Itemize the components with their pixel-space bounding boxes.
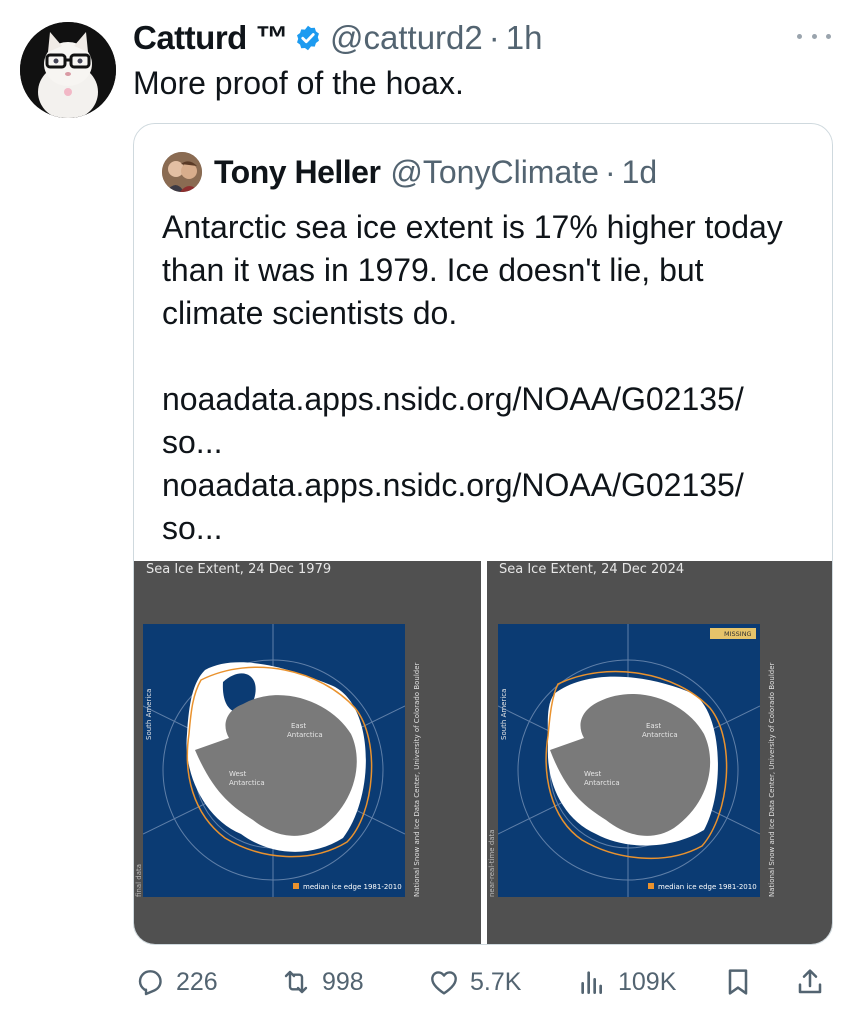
tweet-time[interactable]: 1h [506,19,543,57]
quoted-text: Antarctic sea ice extent is 17% higher t… [162,206,812,550]
views-count: 109K [618,967,677,996]
author-name[interactable]: Catturd ™ [133,19,289,57]
west-label-2: Antarctica [584,779,620,787]
like-button[interactable]: 5.7K [428,964,521,1000]
share-icon [798,969,822,994]
antarctic-map-2024: MISSING East Antarctica West Antarctica … [498,624,760,897]
map-title: Sea Ice Extent, 24 Dec 2024 [499,562,685,577]
reply-icon [138,970,162,996]
source-label: National Snow and Ice Data Center, Unive… [768,662,776,897]
legend-label: median ice edge 1981-2010 [303,883,402,891]
tweet-text: More proof of the hoax. [133,65,464,101]
quoted-avatar-image [162,152,202,192]
bookmark-button[interactable] [722,964,754,1000]
source-label: National Snow and Ice Data Center, Unive… [413,662,421,897]
like-count: 5.7K [470,967,522,996]
east-label-1: East [646,722,661,730]
quoted-text-line: than it was in 1979. Ice doesn't lie, bu… [162,252,704,288]
share-button[interactable] [794,964,826,1000]
author-handle[interactable]: @catturd2 [330,19,483,57]
data-type-label: final data [135,863,143,897]
legend-swatch [293,883,299,889]
repost-button[interactable]: 998 [280,964,364,1000]
west-label-1: West [229,770,246,778]
repost-icon [284,970,308,994]
continent-label: South America [145,689,153,740]
bookmark-icon [728,969,748,995]
more-icon[interactable] [797,26,831,46]
quoted-author-name[interactable]: Tony Heller [214,154,381,191]
reply-count: 226 [176,967,218,996]
quoted-header: Tony Heller @TonyClimate · 1d [162,150,657,194]
east-label-1: East [291,722,306,730]
cat-avatar-image [20,22,116,118]
west-label-1: West [584,770,601,778]
west-label-2: Antarctica [229,779,265,787]
separator-dot: · [488,19,500,56]
tweet-header: Catturd ™ @catturd2 · 1h [133,16,542,60]
like-icon [431,971,457,995]
quoted-author-handle[interactable]: @TonyClimate [390,154,599,191]
reply-button[interactable]: 226 [134,964,218,1000]
action-bar: 226 998 5.7K 109K [0,958,852,1008]
quoted-link-ellipsis[interactable]: so... [162,421,812,464]
sea-ice-map-1979[interactable]: Sea Ice Extent, 24 Dec 1979 East Antarct… [134,561,481,944]
legend-swatch [648,883,654,889]
views-icon [581,971,602,994]
quoted-link[interactable]: noaadata.apps.nsidc.org/NOAA/G02135/ [162,378,812,421]
quoted-time[interactable]: 1d [622,154,658,191]
verified-badge-icon[interactable] [294,24,322,52]
author-avatar[interactable] [20,22,116,118]
east-label-2: Antarctica [642,731,678,739]
quoted-link-ellipsis[interactable]: so... [162,507,812,550]
data-type-label: near-real-time data [488,829,496,897]
quoted-media: Sea Ice Extent, 24 Dec 1979 East Antarct… [134,561,832,944]
quoted-link[interactable]: noaadata.apps.nsidc.org/NOAA/G02135/ [162,464,812,507]
antarctic-map-1979: East Antarctica West Antarctica South Am… [143,624,405,897]
quoted-separator-dot: · [604,153,616,190]
sea-ice-map-2024[interactable]: Sea Ice Extent, 24 Dec 2024 MISSING East [487,561,832,944]
quoted-text-line: climate scientists do. [162,295,458,331]
views-button[interactable]: 109K [576,964,676,1000]
quoted-tweet[interactable]: Tony Heller @TonyClimate · 1d Antarctic … [133,123,833,945]
repost-count: 998 [322,967,364,996]
quoted-avatar[interactable] [162,152,202,192]
legend-label: median ice edge 1981-2010 [658,883,757,891]
missing-label: MISSING [724,630,752,638]
quoted-text-line: Antarctic sea ice extent is 17% higher t… [162,209,783,245]
map-title: Sea Ice Extent, 24 Dec 1979 [146,562,332,577]
east-label-2: Antarctica [287,731,323,739]
continent-label: South America [500,689,508,740]
